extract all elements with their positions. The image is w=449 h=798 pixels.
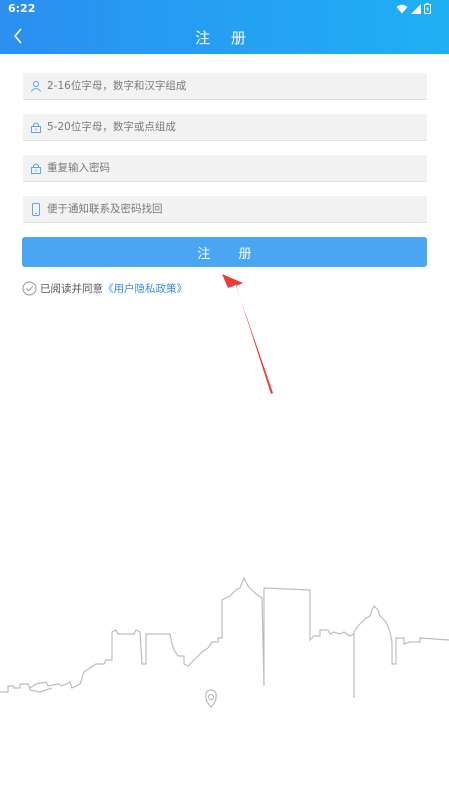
confirm-password-field[interactable] <box>23 154 427 182</box>
lock-icon <box>25 114 47 141</box>
register-button[interactable]: 注 册 <box>22 237 427 267</box>
privacy-policy-link[interactable]: 《用户隐私政策》 <box>103 281 187 296</box>
username-field[interactable] <box>23 72 427 100</box>
signal-icon <box>411 3 421 14</box>
phone-field[interactable] <box>23 195 427 223</box>
user-icon <box>25 73 47 100</box>
password-input[interactable] <box>47 113 427 141</box>
check-circle-icon[interactable] <box>22 281 37 296</box>
lock-icon <box>25 155 47 182</box>
battery-icon <box>424 3 431 14</box>
page-title: 注 册 <box>195 29 254 47</box>
password-field[interactable] <box>23 113 427 141</box>
agreement-row: 已阅读并同意 《用户隐私政策》 <box>22 281 187 296</box>
status-time: 6:22 <box>8 2 36 15</box>
city-skyline-illustration <box>0 576 449 708</box>
phone-input[interactable] <box>47 195 427 223</box>
confirm-password-input[interactable] <box>47 154 427 182</box>
username-input[interactable] <box>47 72 427 100</box>
title-row: 注 册 <box>0 18 449 54</box>
wifi-icon <box>396 4 408 13</box>
status-icons <box>396 3 431 14</box>
app-header: 6:22 注 册 <box>0 0 449 54</box>
phone-icon <box>25 196 47 223</box>
location-pin-icon <box>205 689 217 708</box>
agreement-text: 已阅读并同意 <box>40 283 103 295</box>
status-bar: 6:22 <box>0 0 449 18</box>
